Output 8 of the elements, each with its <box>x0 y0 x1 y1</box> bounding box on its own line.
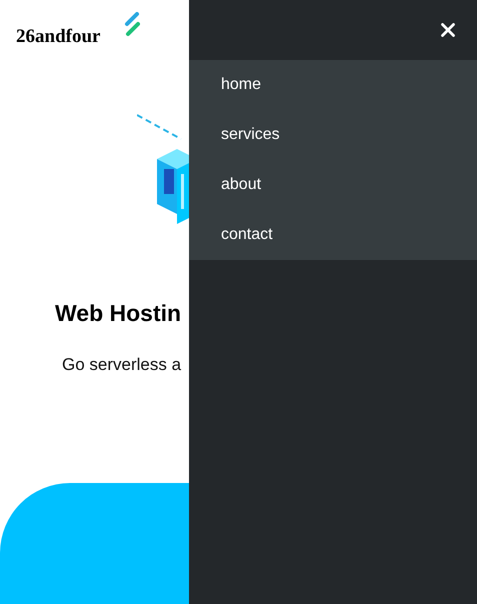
menu-item[interactable]: contact <box>189 210 477 260</box>
menu-item[interactable]: about <box>189 160 477 210</box>
menu-item[interactable]: home <box>189 60 477 110</box>
hero-subtitle: Go serverless a <box>62 354 182 376</box>
menu-item[interactable]: services <box>189 110 477 160</box>
hero-title: Web Hostin <box>55 298 182 328</box>
logo-icon <box>124 12 140 37</box>
site-logo-text[interactable]: 26andfour <box>16 23 100 52</box>
